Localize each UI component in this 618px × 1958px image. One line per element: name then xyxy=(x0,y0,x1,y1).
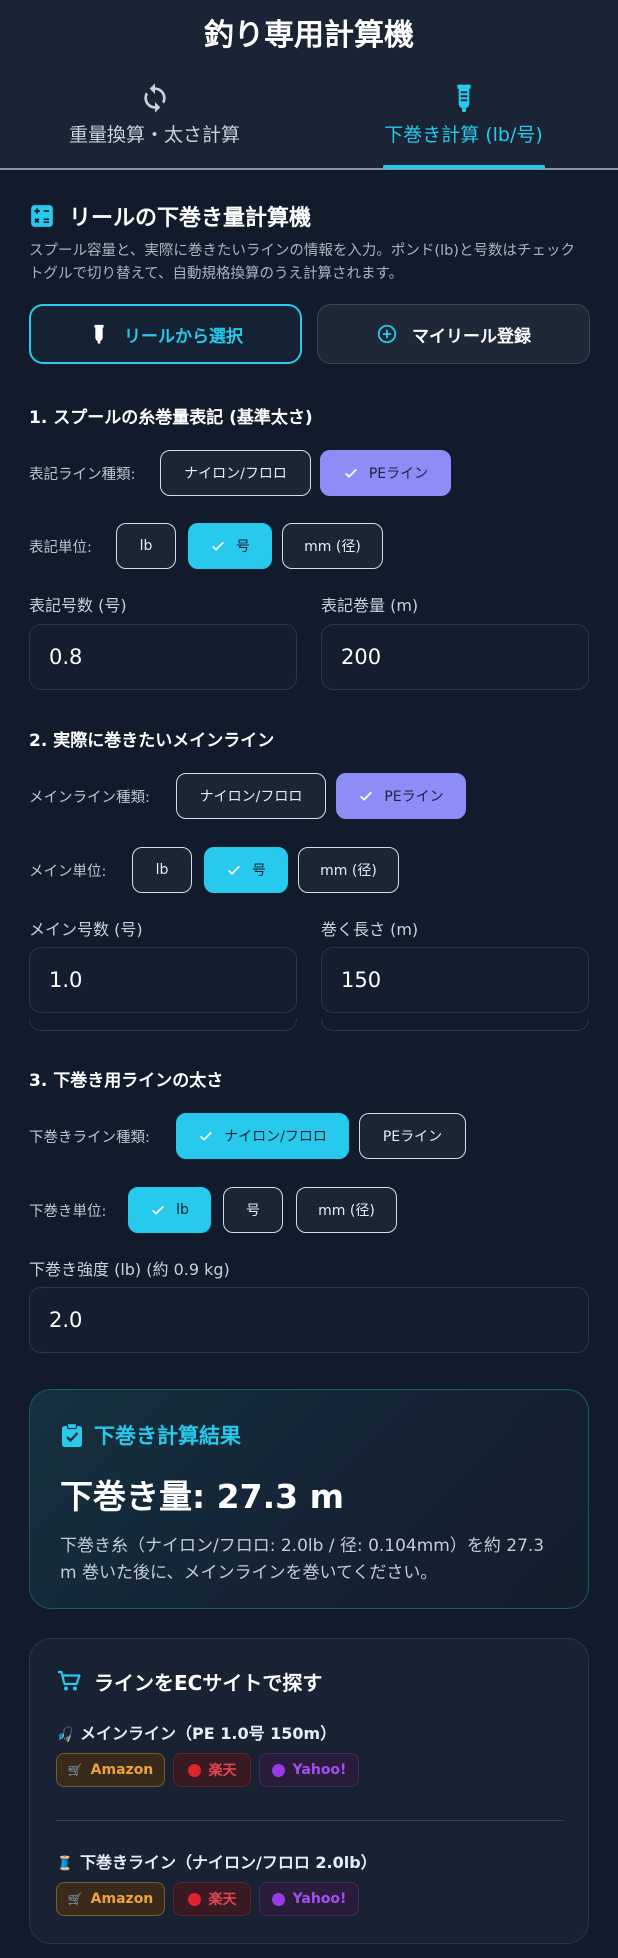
main-line-type-nylon[interactable]: ナイロン/フロロ xyxy=(176,773,326,819)
backing-strength-label: 下巻き強度 (lb) (約 0.9 kg) xyxy=(29,1260,230,1279)
yahoo-backing-line-button[interactable]: Yahoo! xyxy=(259,1882,359,1916)
backing-unit-go[interactable]: 号 xyxy=(223,1187,283,1233)
red-dot-icon xyxy=(187,1763,201,1777)
main-unit-lb[interactable]: lb xyxy=(132,847,192,893)
check-icon xyxy=(228,865,240,875)
sync-icon xyxy=(143,83,166,113)
main-unit-mm[interactable]: mm (径) xyxy=(298,847,399,893)
check-icon xyxy=(152,1205,165,1215)
ec-search-card: ラインをECサイトで探す 🎣 メインライン（PE 1.0号 150m） 🛒 Amaz… xyxy=(29,1638,589,1944)
app-title: 釣り専用計算機 xyxy=(204,18,414,53)
spool-spec-section-title: 1. スプールの糸巻量表記 (基準太さ) xyxy=(29,408,313,428)
tab-weight-conversion[interactable]: 重量換算・太さ計算 xyxy=(0,82,309,147)
backing-strength-input[interactable]: 2.0 xyxy=(29,1287,589,1353)
spool-icon xyxy=(94,324,104,344)
purple-dot-icon xyxy=(271,1892,285,1906)
spool-line-type-nylon[interactable]: ナイロン/フロロ xyxy=(160,450,311,496)
register-my-reel-button[interactable]: マイリール登録 xyxy=(317,304,590,364)
ec-backing-line-label: 🧵 下巻きライン（ナイロン/フロロ 2.0lb） xyxy=(56,1853,377,1872)
main-length-input[interactable]: 150 xyxy=(321,947,589,1013)
calculator-title: リールの下巻き量計算機 xyxy=(69,206,312,231)
spool-unit-lb[interactable]: lb xyxy=(116,523,176,569)
main-line-section-title: 2. 実際に巻きたいメインライン xyxy=(29,731,275,751)
divider xyxy=(56,1820,564,1821)
spool-length-label: 表記巻量 (m) xyxy=(321,596,419,615)
main-unit-go[interactable]: 号 xyxy=(204,847,288,893)
spool-line-type-label: 表記ライン種類: xyxy=(29,467,136,483)
purple-dot-icon xyxy=(271,1763,285,1777)
result-description: 下巻き糸（ナイロン/フロロ: 2.0lb / 径: 0.104mm）を約 27.… xyxy=(60,1536,545,1583)
ec-title: ラインをECサイトで探す xyxy=(94,1671,323,1695)
spool-unit-label: 表記単位: xyxy=(29,540,92,556)
amazon-backing-line-button[interactable]: 🛒 Amazon xyxy=(56,1882,165,1916)
backing-unit-label: 下巻き単位: xyxy=(29,1204,107,1220)
main-size-label: メイン号数 (号) xyxy=(29,920,143,939)
check-icon xyxy=(200,1131,213,1141)
main-unit-label: メイン単位: xyxy=(29,864,107,880)
red-dot-icon xyxy=(187,1892,201,1906)
spool-length-input[interactable]: 200 xyxy=(321,624,589,690)
main-line-type-label: メインライン種類: xyxy=(29,790,150,806)
select-reel-label: リールから選択 xyxy=(124,326,243,347)
spool-size-input[interactable]: 0.8 xyxy=(29,624,297,690)
main-line-type-pe[interactable]: PEライン xyxy=(336,773,466,819)
check-icon xyxy=(212,541,224,551)
spool-unit-mm[interactable]: mm (径) xyxy=(282,523,383,569)
tab-backing-calc[interactable]: 下巻き計算 (lb/号) xyxy=(309,82,618,147)
app-header: 釣り専用計算機 重量換算・太さ計算 下巻き計算 (lb/号) xyxy=(0,0,618,170)
main-length-label: 巻く長さ (m) xyxy=(321,920,419,939)
check-icon xyxy=(360,791,373,801)
thread-icon: 🧵 xyxy=(56,1856,74,1872)
backing-unit-mm[interactable]: mm (径) xyxy=(296,1187,397,1233)
yahoo-main-line-button[interactable]: Yahoo! xyxy=(259,1753,359,1787)
result-card: 下巻き計算結果 下巻き量: 27.3 m 下巻き糸（ナイロン/フロロ: 2.0l… xyxy=(29,1389,589,1609)
amazon-main-line-button[interactable]: 🛒 Amazon xyxy=(56,1753,165,1787)
rakuten-backing-line-button[interactable]: 楽天 xyxy=(173,1882,251,1916)
ec-main-line-label: 🎣 メインライン（PE 1.0号 150m） xyxy=(56,1724,337,1743)
cart-icon: 🛒 xyxy=(67,1763,83,1777)
backing-line-type-label: 下巻きライン種類: xyxy=(29,1130,150,1146)
check-icon xyxy=(344,468,357,478)
backing-line-type-pe[interactable]: PEライン xyxy=(359,1113,466,1159)
calculator-icon xyxy=(31,205,53,227)
spool-unit-go[interactable]: 号 xyxy=(188,523,272,569)
spool-icon xyxy=(456,84,471,112)
active-tab-indicator xyxy=(383,165,545,169)
spool-line-type-pe[interactable]: PEライン xyxy=(320,450,451,496)
cart-icon: 🛒 xyxy=(67,1892,83,1906)
register-my-reel-label: マイリール登録 xyxy=(412,326,531,347)
add-circle-icon xyxy=(377,324,397,344)
backing-unit-lb[interactable]: lb xyxy=(128,1187,211,1233)
select-reel-button[interactable]: リールから選択 xyxy=(29,304,302,364)
backing-line-type-nylon[interactable]: ナイロン/フロロ xyxy=(176,1113,349,1159)
cart-icon xyxy=(58,1670,81,1691)
result-title: 下巻き計算結果 xyxy=(94,1424,241,1448)
rakuten-main-line-button[interactable]: 楽天 xyxy=(173,1753,251,1787)
main-size-input[interactable]: 1.0 xyxy=(29,947,297,1013)
field-shadow xyxy=(29,1019,297,1031)
field-shadow xyxy=(321,1019,589,1031)
fishing-icon: 🎣 xyxy=(56,1727,74,1743)
calculator-description: スプール容量と、実際に巻きたいラインの情報を入力。ポンド(lb)と号数はチェック… xyxy=(29,243,575,282)
spool-size-label: 表記号数 (号) xyxy=(29,596,127,615)
backing-line-section-title: 3. 下巻き用ラインの太さ xyxy=(29,1071,224,1091)
tab-label: 重量換算・太さ計算 xyxy=(68,124,240,146)
tab-label: 下巻き計算 (lb/号) xyxy=(384,124,543,146)
clipboard-check-icon xyxy=(62,1422,82,1447)
result-amount: 下巻き量: 27.3 m xyxy=(60,1477,344,1516)
